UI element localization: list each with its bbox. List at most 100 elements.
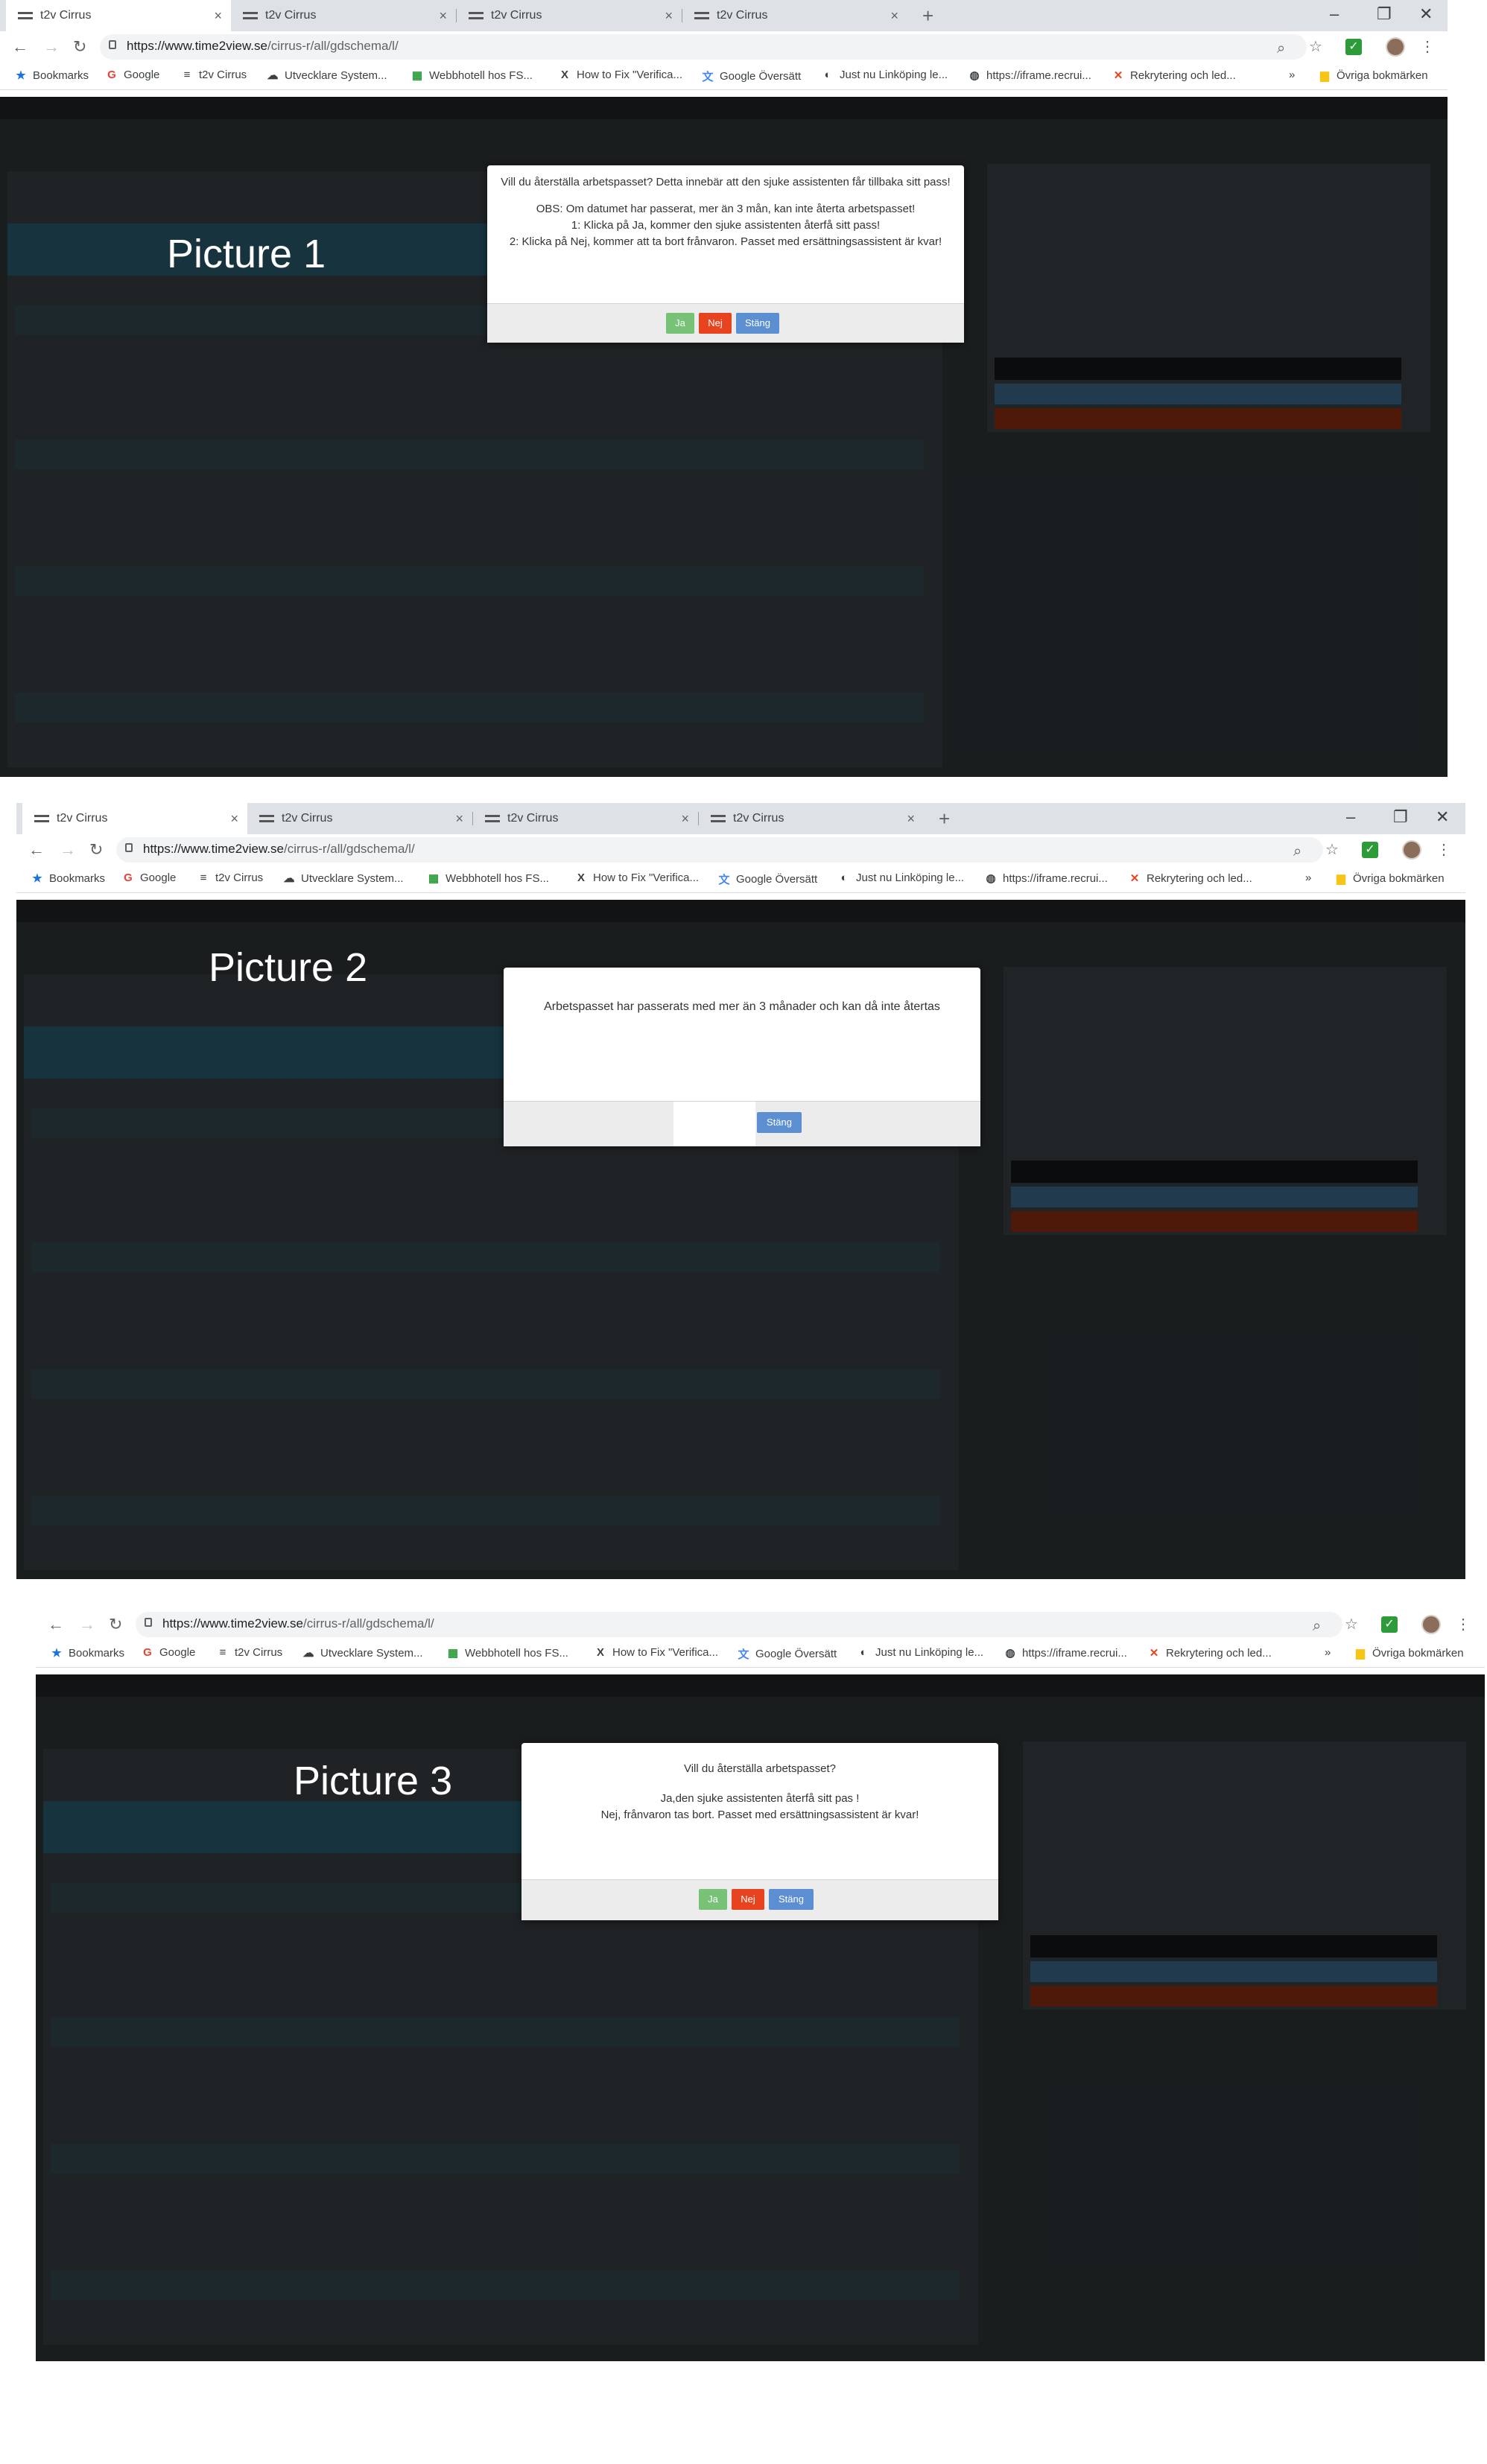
- tab-close-icon[interactable]: ×: [665, 8, 673, 24]
- stang-button[interactable]: Stäng: [736, 313, 779, 334]
- tab-close-icon[interactable]: ×: [455, 811, 463, 827]
- tab-favicon-icon: [694, 12, 709, 19]
- tab-close-icon[interactable]: ×: [907, 811, 915, 827]
- new-tab-icon[interactable]: +: [922, 4, 933, 28]
- bookmark-item[interactable]: ★ Bookmarks: [51, 1646, 124, 1660]
- tab-close-icon[interactable]: ×: [214, 8, 222, 24]
- kebab-menu-icon[interactable]: ⋮: [1436, 840, 1451, 859]
- tab-1[interactable]: t2v Cirrus ×: [22, 803, 247, 834]
- address-bar[interactable]: https://www.time2view.se/cirrus-r/all/gd…: [100, 34, 1307, 60]
- tab-3[interactable]: t2v Cirrus ×: [457, 0, 682, 31]
- bookmark-item[interactable]: ◐ Just nu Linköping le...: [838, 871, 964, 884]
- avatar[interactable]: [1386, 37, 1405, 57]
- bookmark-item[interactable]: ✕ Rekrytering och led...: [1129, 871, 1252, 886]
- bookmark-item[interactable]: 文 Google Översätt: [738, 1646, 837, 1662]
- bookmark-item[interactable]: ▦ Webbhotell hos FS...: [411, 69, 533, 83]
- tab-4[interactable]: t2v Cirrus ×: [699, 803, 924, 834]
- bookmark-item[interactable]: ★ Bookmarks: [15, 69, 89, 83]
- star-icon[interactable]: ☆: [1309, 37, 1322, 56]
- bookmark-item[interactable]: G Google: [106, 69, 159, 81]
- tab-1[interactable]: t2v Cirrus ×: [6, 0, 231, 31]
- bookmark-item[interactable]: ★ Bookmarks: [31, 871, 105, 886]
- tab-strip: t2v Cirrus × t2v Cirrus × t2v Cirrus × t2v …: [0, 0, 1448, 31]
- other-bookmarks[interactable]: ▆ Övriga bokmärken: [1354, 1646, 1463, 1660]
- reload-icon[interactable]: ↻: [73, 37, 86, 57]
- extension-check-icon[interactable]: ✓: [1381, 1616, 1398, 1633]
- reload-icon[interactable]: ↻: [109, 1615, 122, 1634]
- back-icon[interactable]: ←: [28, 840, 45, 860]
- bookmark-item[interactable]: G Google: [122, 871, 176, 884]
- bookmark-item[interactable]: ≡ t2v Cirrus: [197, 871, 264, 884]
- bookmark-item[interactable]: ◍ https://iframe.recrui...: [1004, 1646, 1126, 1660]
- ja-button[interactable]: Ja: [699, 1889, 727, 1910]
- close-icon[interactable]: ✕: [1419, 4, 1433, 24]
- magnifier-icon[interactable]: ⌕: [1293, 843, 1301, 860]
- tab-close-icon[interactable]: ×: [439, 8, 447, 24]
- kebab-menu-icon[interactable]: ⋮: [1456, 1615, 1471, 1633]
- extension-check-icon[interactable]: ✓: [1345, 39, 1362, 55]
- bookmark-item[interactable]: ≡ t2v Cirrus: [181, 69, 247, 81]
- bookmark-item[interactable]: ◍ https://iframe.recrui...: [968, 69, 1091, 83]
- nej-button[interactable]: Nej: [732, 1889, 764, 1910]
- bookmark-item[interactable]: ☁ Utvecklare System...: [267, 69, 387, 83]
- address-bar[interactable]: https://www.time2view.se/cirrus-r/all/gd…: [136, 1612, 1342, 1637]
- close-icon[interactable]: ✕: [1436, 807, 1449, 827]
- magnifier-icon[interactable]: ⌕: [1313, 1618, 1321, 1635]
- app-area: Picture 1 Vill du återställa arbetspasse…: [0, 97, 1448, 777]
- app-area: Picture 2 Arbetspasset har passerats med…: [16, 900, 1465, 1579]
- bookmark-item[interactable]: X How to Fix "Verifica...: [575, 871, 699, 884]
- tab-3[interactable]: t2v Cirrus ×: [473, 803, 698, 834]
- restore-icon[interactable]: ❐: [1377, 4, 1392, 24]
- other-bookmarks[interactable]: ▆ Övriga bokmärken: [1335, 871, 1444, 886]
- ja-button[interactable]: Ja: [666, 313, 694, 334]
- bookmark-item[interactable]: X How to Fix "Verifica...: [595, 1646, 718, 1659]
- kebab-menu-icon[interactable]: ⋮: [1420, 37, 1435, 56]
- forward-icon[interactable]: →: [60, 840, 76, 860]
- bookmark-item[interactable]: ✕ Rekrytering och led...: [1112, 69, 1236, 83]
- nej-button[interactable]: Nej: [699, 313, 732, 334]
- bookmarks-more[interactable]: »: [1289, 69, 1295, 81]
- stang-button[interactable]: Stäng: [757, 1112, 802, 1133]
- bookmark-item[interactable]: ☁ Utvecklare System...: [302, 1646, 423, 1660]
- other-bookmarks[interactable]: ▆ Övriga bokmärken: [1319, 69, 1427, 83]
- star-icon[interactable]: ☆: [1345, 1615, 1358, 1633]
- back-icon[interactable]: ←: [12, 37, 28, 57]
- tab-close-icon[interactable]: ×: [681, 811, 689, 827]
- forward-icon[interactable]: →: [79, 1615, 95, 1634]
- tab-close-icon[interactable]: ×: [890, 8, 898, 24]
- tab-4[interactable]: t2v Cirrus ×: [682, 0, 907, 31]
- magnifier-icon[interactable]: ⌕: [1277, 40, 1285, 57]
- tab-2[interactable]: t2v Cirrus ×: [231, 0, 456, 31]
- minimize-icon[interactable]: –: [1330, 4, 1339, 24]
- address-bar[interactable]: https://www.time2view.se/cirrus-r/all/gd…: [116, 837, 1323, 863]
- bookmarks-more[interactable]: »: [1305, 871, 1311, 884]
- bookmark-item[interactable]: ✕ Rekrytering och led...: [1148, 1646, 1272, 1660]
- avatar[interactable]: [1402, 840, 1421, 860]
- bookmark-item[interactable]: ▦ Webbhotell hos FS...: [428, 871, 549, 886]
- minimize-icon[interactable]: –: [1346, 807, 1355, 827]
- bookmark-item[interactable]: X How to Fix "Verifica...: [559, 69, 682, 81]
- restore-icon[interactable]: ❐: [1393, 807, 1408, 827]
- bookmark-item[interactable]: ▦ Webbhotell hos FS...: [447, 1646, 568, 1660]
- bookmark-item[interactable]: ◍ https://iframe.recrui...: [985, 871, 1107, 886]
- back-icon[interactable]: ←: [48, 1615, 64, 1634]
- bookmark-item[interactable]: ◐ Just nu Linköping le...: [822, 69, 948, 81]
- reload-icon[interactable]: ↻: [89, 840, 103, 860]
- bookmark-item[interactable]: 文 Google Översätt: [702, 69, 801, 84]
- bookmarks-more[interactable]: »: [1325, 1646, 1331, 1659]
- forward-icon[interactable]: →: [43, 37, 60, 57]
- stang-button[interactable]: Stäng: [769, 1889, 814, 1910]
- avatar[interactable]: [1421, 1615, 1441, 1634]
- bookmark-item[interactable]: 文 Google Översätt: [718, 871, 817, 887]
- restore-shift-dialog: Vill du återställa arbetspasset? Ja,den …: [521, 1743, 998, 1920]
- bookmark-item[interactable]: G Google: [142, 1646, 195, 1659]
- tab-close-icon[interactable]: ×: [230, 811, 238, 827]
- bookmark-item[interactable]: ≡ t2v Cirrus: [217, 1646, 283, 1659]
- new-tab-icon[interactable]: +: [939, 807, 950, 831]
- tab-2[interactable]: t2v Cirrus ×: [247, 803, 472, 834]
- tab-favicon-icon: [18, 12, 33, 19]
- star-icon[interactable]: ☆: [1325, 840, 1339, 859]
- bookmark-item[interactable]: ☁ Utvecklare System...: [283, 871, 404, 886]
- extension-check-icon[interactable]: ✓: [1362, 842, 1378, 858]
- bookmark-item[interactable]: ◐ Just nu Linköping le...: [857, 1646, 983, 1659]
